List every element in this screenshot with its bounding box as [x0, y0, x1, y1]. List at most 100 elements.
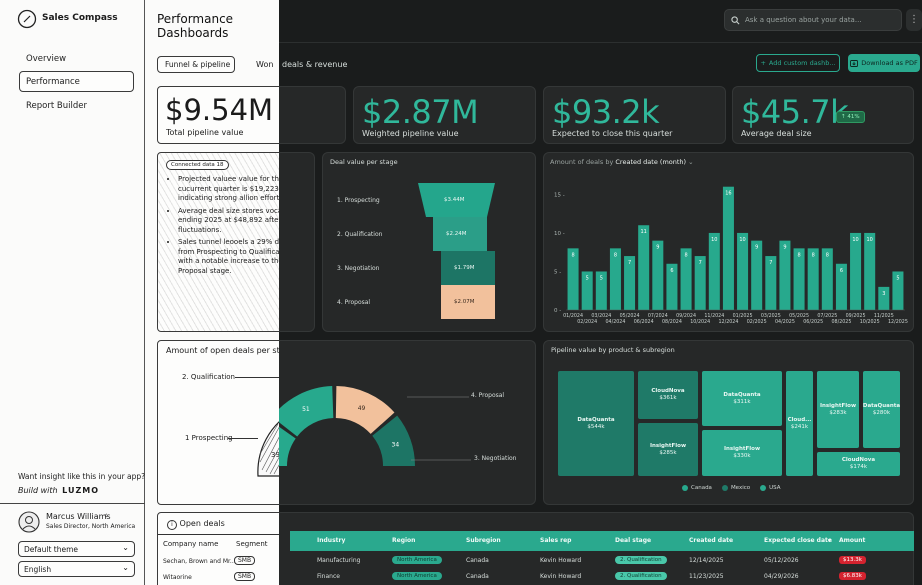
user-role: Sales Director, North America: [46, 523, 136, 530]
cell-close-date: 05/12/2026: [764, 557, 799, 564]
column-header-expected-close[interactable]: Expected close date: [764, 537, 832, 544]
promo-build-with: Build with: [18, 486, 58, 495]
cell-sales-rep: Kevin Howard: [540, 557, 582, 564]
treemap-tile[interactable]: DataQuanta $311k: [702, 371, 782, 426]
cell-created-date: 11/23/2025: [689, 573, 724, 580]
legend-item[interactable]: Mexico: [721, 485, 750, 491]
app-name: Sales Compass: [42, 13, 118, 23]
language-select[interactable]: English ⌄: [18, 561, 135, 577]
more-options-icon[interactable]: ⋮: [906, 9, 922, 31]
column-header-segment[interactable]: Segment: [236, 540, 268, 548]
column-header-industry[interactable]: Industry: [317, 537, 345, 544]
search-input[interactable]: Ask a question about your data...: [724, 9, 902, 31]
funnel-label: 1. Prospecting: [337, 197, 380, 204]
treemap-legend: Canada Mexico USA: [682, 485, 781, 491]
bar-value-label: 5: [600, 275, 603, 281]
x-tick-label: 02/2024: [577, 319, 597, 325]
tile-name: InsightFlow: [819, 402, 857, 409]
treemap-tile[interactable]: InsightFlow $283k: [817, 371, 859, 448]
funnel-value: $3.44M: [444, 197, 465, 203]
bar[interactable]: [708, 232, 720, 310]
bar-value-label: 8: [826, 252, 829, 258]
bar-value-label: 16: [725, 191, 731, 197]
bar[interactable]: [737, 232, 749, 310]
treemap-tile[interactable]: CloudNova $174k: [817, 452, 900, 476]
x-tick-label: 03/2025: [761, 313, 781, 319]
funnel-label: 4. Proposal: [337, 299, 371, 306]
download-pdf-button[interactable]: Download as PDF: [848, 54, 920, 72]
bar-value-label: 8: [614, 252, 617, 258]
treemap-tile[interactable]: InsightFlow $330k: [702, 430, 782, 476]
treemap-tile[interactable]: DataQuanta $544k: [558, 371, 634, 476]
download-icon: [850, 59, 859, 67]
tab-funnel-pipeline[interactable]: Funnel & pipeline: [157, 56, 235, 73]
treemap-tile[interactable]: CloudNova $361k: [638, 371, 698, 419]
column-header-sales-rep[interactable]: Sales rep: [540, 537, 571, 544]
tile-value: $361k: [659, 395, 677, 401]
tile-name: Cloud...: [787, 416, 812, 423]
column-header-created-date[interactable]: Created date: [689, 537, 733, 544]
bar[interactable]: [864, 232, 876, 310]
avatar[interactable]: [18, 511, 40, 533]
bar[interactable]: [850, 232, 862, 310]
bar-value-label: 5: [586, 275, 589, 281]
sidebar-item-overview[interactable]: Overview: [26, 54, 66, 64]
bar[interactable]: [779, 240, 791, 310]
treemap-tile[interactable]: InsightFlow $285k: [638, 423, 698, 476]
cell-region: North America: [392, 572, 442, 580]
tile-value: $285k: [659, 449, 677, 456]
info-icon[interactable]: i: [167, 520, 177, 530]
column-header-deal-stage[interactable]: Deal stage: [615, 537, 651, 544]
bar[interactable]: [722, 186, 734, 310]
chevron-down-icon: ⌄: [122, 563, 129, 572]
trend-badge: ↑ 41%: [836, 111, 865, 123]
chevron-down-icon: ⌄: [122, 543, 129, 552]
y-tick-label: 10 -: [554, 231, 565, 237]
legend-item[interactable]: USA: [760, 485, 781, 491]
sort-desc-icon[interactable]: ▾: [828, 537, 831, 544]
kpi-label: Expected to close this quarter: [552, 129, 673, 138]
column-header-subregion[interactable]: Subregion: [466, 537, 501, 544]
add-custom-dashboard-button[interactable]: + Add custom dashb...: [756, 54, 840, 72]
funnel-value: $2.07M: [454, 299, 475, 305]
sidebar-item-report-builder[interactable]: Report Builder: [26, 101, 87, 111]
tab-won-deals-dark[interactable]: deals & revenue: [282, 60, 347, 69]
tile-value: $544k: [587, 423, 605, 430]
search-icon: [731, 15, 740, 24]
legend-item[interactable]: Canada: [682, 485, 712, 491]
kpi-label: Total pipeline value: [166, 128, 244, 137]
treemap-tile[interactable]: Cloud... $241k: [786, 371, 813, 476]
column-header-amount[interactable]: Amount: [839, 537, 865, 544]
chevron-left-icon[interactable]: ‹: [104, 511, 108, 521]
sidebar-item-performance[interactable]: Performance: [19, 71, 134, 92]
bar-value-label: 8: [684, 252, 687, 258]
x-tick-label: 01/2025: [733, 313, 753, 319]
bar-value-label: 7: [628, 260, 631, 266]
x-tick-label: 01/2024: [563, 313, 583, 319]
cell-subregion: Canada: [466, 557, 489, 564]
semi-donut-title: Amount of open deals per stage: [166, 346, 279, 355]
treemap-tile[interactable]: DataQuanta $280k: [863, 371, 900, 448]
kpi-label: Average deal size: [741, 129, 812, 138]
kpi-value: $2.87M: [362, 93, 479, 131]
treemap-title: Pipeline value by product & subregion: [551, 346, 675, 354]
bar-value-label: 8: [571, 252, 574, 258]
funnel-value: $1.79M: [454, 265, 475, 271]
treemap-card: Pipeline value by product & subregion Da…: [543, 340, 914, 505]
theme-select[interactable]: Default theme ⌄: [18, 541, 135, 557]
bar[interactable]: [638, 225, 650, 310]
bar[interactable]: [652, 240, 664, 310]
x-tick-label: 03/2024: [591, 313, 611, 319]
legend-label: Canada: [691, 485, 712, 491]
kpi-value: $45.7k: [741, 93, 849, 131]
promo-brand-line[interactable]: Build with LUZMO: [18, 486, 99, 495]
tab-won-deals[interactable]: Won: [256, 60, 273, 69]
column-header-company[interactable]: Company name: [163, 540, 218, 548]
cell-deal-stage: 2. Qualification: [615, 556, 667, 564]
x-tick-label: 12/2025: [888, 319, 908, 325]
column-header-region[interactable]: Region: [392, 537, 415, 544]
bar[interactable]: [751, 240, 763, 310]
bar-value-label: 10: [852, 237, 858, 243]
connected-data-badge[interactable]: Connected data 18: [166, 160, 229, 170]
cell-company: Witaorine: [163, 574, 192, 581]
